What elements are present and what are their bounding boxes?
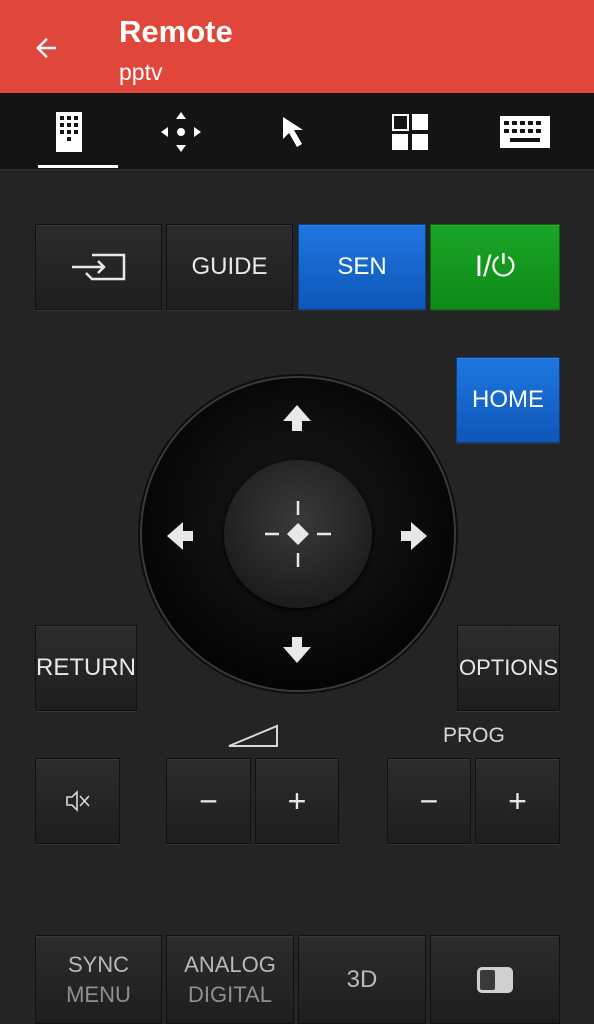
power-button[interactable]: I/⏻	[430, 224, 560, 310]
sen-button[interactable]: SEN	[298, 224, 426, 310]
input-button[interactable]	[35, 224, 162, 310]
apps-grid-icon	[392, 113, 428, 150]
volume-up-button[interactable]: +	[255, 758, 339, 844]
volume-down-button[interactable]: −	[166, 758, 251, 844]
analog-digital-button[interactable]: ANALOG DIGITAL	[166, 935, 294, 1024]
back-button[interactable]	[24, 26, 68, 70]
dpad-icon	[161, 111, 201, 152]
keyboard-icon	[500, 115, 550, 148]
tab-apps[interactable]	[351, 93, 469, 170]
picture-mode-icon	[477, 966, 513, 993]
analog-label: ANALOG	[184, 951, 276, 977]
mute-button[interactable]	[35, 758, 120, 844]
page-title: Remote	[119, 14, 233, 49]
down-button[interactable]	[277, 630, 317, 670]
enter-icon	[265, 501, 331, 567]
left-button[interactable]	[160, 516, 200, 556]
digital-label: DIGITAL	[188, 981, 272, 1007]
volume-icon	[227, 724, 279, 748]
tab-dpad[interactable]	[122, 93, 240, 170]
tab-keyboard[interactable]	[466, 93, 584, 170]
tab-pointer[interactable]	[237, 93, 355, 170]
mute-icon	[65, 790, 90, 812]
prog-label: PROG	[443, 724, 505, 747]
right-button[interactable]	[394, 516, 434, 556]
tab-remote[interactable]	[10, 93, 128, 170]
arrow-left-icon	[167, 522, 193, 550]
device-name: pptv	[119, 59, 163, 85]
arrow-left-icon	[36, 38, 56, 58]
arrow-up-icon	[283, 405, 311, 431]
3d-button[interactable]: 3D	[298, 935, 426, 1024]
tab-bar	[0, 93, 594, 170]
sync-menu-button[interactable]: SYNC MENU	[35, 935, 162, 1024]
app-bar: Remote pptv	[0, 0, 594, 93]
sync-menu-top: SYNC	[67, 951, 130, 977]
pointer-icon	[283, 116, 303, 147]
guide-button[interactable]: GUIDE	[166, 224, 293, 310]
arrow-right-icon	[401, 522, 427, 550]
picture-mode-button[interactable]	[430, 935, 560, 1024]
arrow-down-icon	[283, 637, 311, 663]
remote-keypad-icon	[56, 111, 82, 152]
sync-menu-bottom: MENU	[66, 981, 131, 1007]
up-button[interactable]	[277, 398, 317, 438]
home-button[interactable]: HOME	[456, 357, 560, 443]
options-button[interactable]: OPTIONS	[457, 625, 560, 711]
prog-down-button[interactable]: −	[387, 758, 471, 844]
input-source-icon	[71, 253, 125, 281]
prog-up-button[interactable]: +	[475, 758, 560, 844]
enter-button[interactable]	[224, 460, 372, 608]
return-button[interactable]: RETURN	[35, 625, 137, 711]
